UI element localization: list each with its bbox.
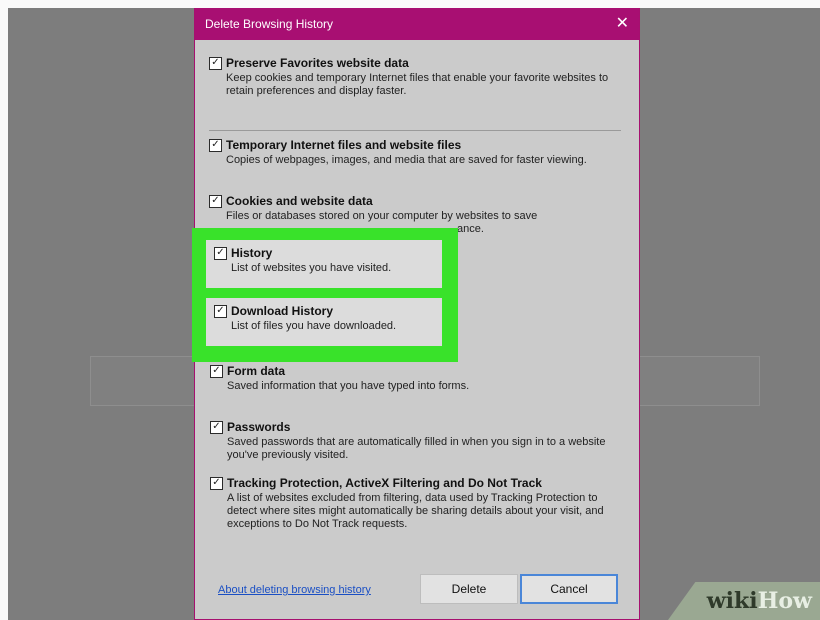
option-history[interactable]: ✓ History List of websites you have visi… [206, 240, 442, 288]
close-icon[interactable]: ✕ [616, 16, 629, 32]
option-label: Cookies and website data [226, 194, 373, 208]
option-label: Temporary Internet files and website fil… [226, 138, 462, 152]
checkbox-checked-icon[interactable]: ✓ [214, 305, 227, 318]
checkbox-checked-icon[interactable]: ✓ [210, 365, 223, 378]
option-description: Saved information that you have typed in… [227, 380, 470, 392]
divider [209, 130, 621, 131]
checkbox-checked-icon[interactable]: ✓ [209, 139, 222, 152]
option-label: History [231, 246, 273, 260]
option-temporary-files[interactable]: ✓ Temporary Internet files and website f… [209, 138, 619, 167]
option-label: Tracking Protection, ActiveX Filtering a… [227, 476, 542, 490]
option-preserve-favorites[interactable]: ✓ Preserve Favorites website data Keep c… [209, 56, 619, 98]
option-description: Keep cookies and temporary Internet file… [226, 72, 609, 97]
option-description: List of files you have downloaded. [231, 320, 397, 332]
option-tracking-protection[interactable]: ✓ Tracking Protection, ActiveX Filtering… [210, 476, 620, 531]
checkbox-checked-icon[interactable]: ✓ [210, 477, 223, 490]
watermark-how: How [757, 588, 812, 614]
dialog-title: Delete Browsing History [205, 17, 334, 31]
checkbox-checked-icon[interactable]: ✓ [209, 57, 222, 70]
checkbox-checked-icon[interactable]: ✓ [210, 421, 223, 434]
option-download-history[interactable]: ✓ Download History List of files you hav… [206, 298, 442, 346]
option-label: Preserve Favorites website data [226, 56, 409, 70]
watermark-wiki: wiki [706, 588, 758, 614]
option-label: Download History [231, 304, 334, 318]
option-label: Form data [227, 364, 286, 378]
cancel-button[interactable]: Cancel [520, 574, 618, 604]
option-passwords[interactable]: ✓ Passwords Saved passwords that are aut… [210, 420, 620, 462]
option-label: Passwords [227, 420, 291, 434]
about-deleting-link[interactable]: About deleting browsing history [218, 584, 371, 596]
option-description: List of websites you have visited. [231, 262, 392, 274]
option-form-data[interactable]: ✓ Form data Saved information that you h… [210, 364, 620, 393]
checkbox-checked-icon[interactable]: ✓ [214, 247, 227, 260]
option-description: A list of websites excluded from filteri… [227, 492, 604, 530]
option-description: Copies of webpages, images, and media th… [226, 154, 587, 166]
delete-button[interactable]: Delete [420, 574, 518, 604]
checkbox-checked-icon[interactable]: ✓ [209, 195, 222, 208]
option-description: Files or databases stored on your comput… [226, 210, 538, 222]
dialog-titlebar: Delete Browsing History ✕ [195, 8, 639, 40]
option-description: Saved passwords that are automatically f… [227, 436, 606, 461]
